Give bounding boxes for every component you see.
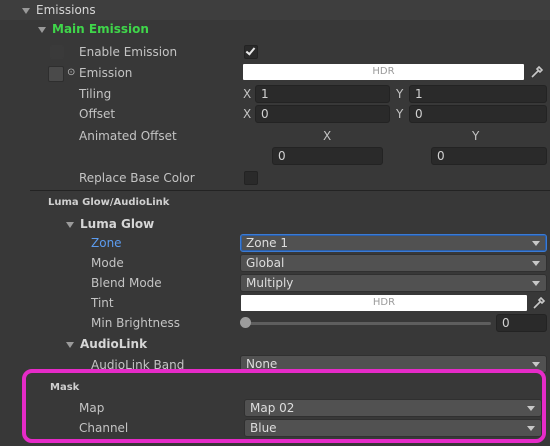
chevron-down-icon — [532, 261, 540, 266]
zone-value: Zone 1 — [246, 236, 288, 250]
blend-mode-value: Multiply — [246, 276, 294, 290]
mode-value: Global — [246, 256, 285, 270]
checkmark-icon — [245, 45, 256, 56]
mask-title: Mask — [50, 382, 80, 393]
blend-mode-dropdown[interactable]: Multiply — [240, 274, 547, 292]
map-dropdown[interactable]: Map 02 — [244, 399, 542, 417]
tiling-x-field[interactable]: 1 — [255, 85, 390, 103]
emissions-foldout[interactable]: Emissions — [22, 0, 96, 20]
offset-y-field[interactable]: 0 — [409, 105, 547, 123]
tiling-label: Tiling — [79, 87, 112, 101]
emission-label: Emission — [79, 66, 133, 80]
animated-x-field[interactable]: 0 — [272, 147, 383, 165]
min-brightness-field[interactable]: 0 — [496, 314, 547, 332]
animated-offset-label: Animated Offset — [79, 129, 177, 143]
main-emission-foldout[interactable]: Main Emission — [38, 19, 149, 39]
mode-dropdown[interactable]: Global — [240, 254, 547, 272]
divider — [30, 190, 550, 191]
animated-y-axis-label: Y — [472, 129, 480, 143]
offset-y-axis-label: Y — [396, 107, 404, 121]
min-brightness-slider-thumb[interactable] — [240, 317, 251, 328]
chevron-down-icon — [532, 281, 540, 286]
chevron-down-icon — [527, 406, 535, 411]
offset-x-field[interactable]: 0 — [255, 105, 390, 123]
eyedropper-icon[interactable] — [530, 294, 548, 312]
luma-glow-title: Luma Glow — [80, 217, 155, 231]
map-label: Map — [79, 401, 105, 415]
foldout-arrow-icon — [22, 7, 30, 14]
zone-label: Zone — [91, 236, 122, 250]
channel-label: Channel — [79, 421, 129, 435]
chevron-down-icon — [527, 426, 535, 431]
texture-picker-icon[interactable]: ⊙ — [67, 63, 75, 83]
emission-texture-slot[interactable] — [48, 66, 64, 82]
replace-base-color-label: Replace Base Color — [79, 171, 195, 185]
foldout-arrow-icon — [66, 341, 74, 348]
mode-label: Mode — [91, 256, 124, 270]
eyedropper-icon[interactable] — [528, 63, 546, 81]
tiling-y-field[interactable]: 1 — [409, 85, 547, 103]
map-value: Map 02 — [250, 401, 295, 415]
replace-base-color-checkbox[interactable] — [244, 171, 258, 185]
tiling-y-axis-label: Y — [396, 87, 404, 101]
tint-color-field[interactable]: HDR — [241, 295, 527, 311]
emissions-title: Emissions — [36, 3, 96, 17]
foldout-arrow-icon — [38, 26, 46, 33]
channel-value: Blue — [250, 421, 277, 435]
emission-color-field[interactable]: HDR — [243, 64, 524, 80]
chevron-down-icon — [532, 241, 540, 246]
animated-x-axis-label: X — [323, 129, 332, 143]
min-brightness-label: Min Brightness — [91, 316, 181, 330]
audiolink-title: AudioLink — [80, 337, 148, 351]
tiling-x-axis-label: X — [243, 87, 252, 101]
offset-label: Offset — [79, 107, 116, 121]
min-brightness-slider-track[interactable] — [244, 322, 491, 325]
foldout-arrow-icon — [66, 221, 74, 228]
main-emission-title: Main Emission — [52, 22, 149, 36]
chevron-down-icon — [532, 362, 540, 367]
animated-y-field[interactable]: 0 — [431, 147, 547, 165]
tint-label: Tint — [91, 296, 114, 310]
channel-dropdown[interactable]: Blue — [244, 419, 542, 437]
blend-mode-label: Blend Mode — [91, 276, 162, 290]
zone-dropdown[interactable]: Zone 1 — [240, 234, 547, 252]
audiolink-foldout[interactable]: AudioLink — [66, 334, 147, 354]
lock-toggle[interactable] — [50, 45, 64, 59]
luma-glow-foldout[interactable]: Luma Glow — [66, 214, 154, 234]
offset-x-axis-label: X — [243, 107, 252, 121]
luma-glow-audiolink-title: Luma Glow/AudioLink — [48, 197, 170, 208]
enable-emission-label: Enable Emission — [79, 45, 178, 59]
enable-emission-checkbox[interactable] — [244, 45, 258, 59]
